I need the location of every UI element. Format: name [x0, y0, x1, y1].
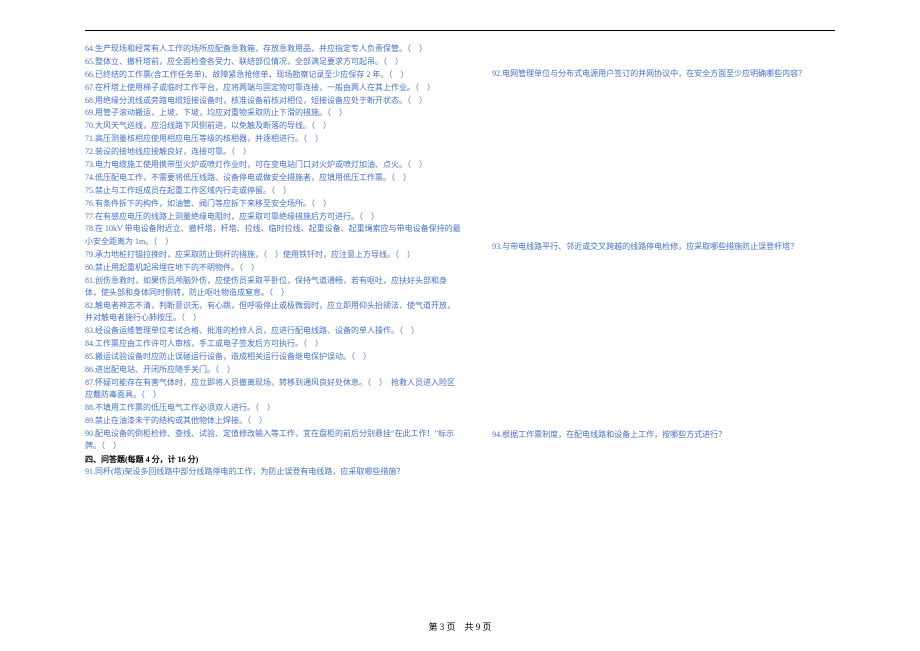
question-67: 67.在杆塔上使用梯子或临时工作平台，应将两端与固定物可靠连接，一般由两人在其上… [85, 82, 462, 94]
question-75: 75.禁止与工作班成员在起重工作区域内行走或停留。（ ） [85, 185, 462, 197]
question-86: 86.进出配电站、开闭所应随手关门。（ ） [85, 364, 462, 376]
question-65: 65.整体立、撤杆塔前，应全面检查各受力、联结部位情况，全部满足要求方可起吊。（… [85, 56, 462, 68]
page-total: 共 9 页 [465, 622, 492, 632]
question-84: 84.工作票应由工作许可人审核，手工或电子签发后方可执行。（ ） [85, 338, 462, 350]
spacer [492, 43, 835, 68]
right-column: 92.电网管理单位与分布式电源用户签订的并网协议中，在安全方面至少应明确哪些内容… [492, 43, 835, 479]
question-73: 73.电力电缆施工使用携带型火炉或喷灯作业时，可在变电站门口对火炉或喷灯加油、点… [85, 159, 462, 171]
section-4-title: 四、问答题(每题 4 分，计 16 分) [85, 454, 462, 466]
question-87: 87.怀疑可能存在有害气体时，应立即将人员撤离现场，转移到通风良好处休息。（ ）… [85, 377, 462, 402]
question-89: 89.禁止在油漆未干的结构或其他物体上焊接。（ ） [85, 415, 462, 427]
question-77: 77.在有感应电压的线路上测量绝缘电阻时，应采取可靠绝缘措施后方可进行。（ ） [85, 211, 462, 223]
content-columns: 64.生产现场和经常有人工作的场所应配备急救箱，存放急救用品，并应指定专人负责保… [85, 43, 835, 479]
question-81: 81.创伤急救时，如果伤员颅脑外伤，应使伤员采取平卧位，保持气道通畅，若有呕吐，… [85, 275, 462, 300]
question-82: 82.触电者神志不清，判断意识无，有心跳，但呼吸停止或极微弱时，应立即用仰头抬颌… [85, 300, 462, 325]
question-92: 92.电网管理单位与分布式电源用户签订的并网协议中，在安全方面至少应明确哪些内容… [492, 68, 835, 80]
left-column: 64.生产现场和经常有人工作的场所应配备急救箱，存放急救用品，并应指定专人负责保… [85, 43, 462, 479]
question-74: 74.低压配电工作，不需要将低压线路、设备停电或做安全措施者，应填用低压工作票。… [85, 172, 462, 184]
question-71: 71.高压测量核相应使用相应电压等级的核相器，并逐相进行。（ ） [85, 133, 462, 145]
question-83: 83.经设备运维管理单位考试合格、批准的检修人员，应进行配电线路、设备的单人操作… [85, 325, 462, 337]
question-64: 64.生产现场和经常有人工作的场所应配备急救箱，存放急救用品，并应指定专人负责保… [85, 43, 462, 55]
spacer [492, 254, 835, 429]
question-85: 85.搬运试验设备时应防止误碰运行设备，造成相关运行设备继电保护误动。（ ） [85, 351, 462, 363]
question-93: 93.与带电线路平行、邻近或交叉跨越的线路停电检修，应采取哪些措施防止误登杆塔？ [492, 241, 835, 253]
question-78: 78.在 10kV 带电设备附近立、撤杆塔，杆塔、拉线、临时拉线、起重设备、起重… [85, 223, 462, 248]
spacer [492, 81, 835, 241]
question-66: 66.已终结的工作票(含工作任务单)、故障紧急抢修单，现场勘察记录至少应保存 2… [85, 69, 462, 81]
question-76: 76.有条件拆下的构件，如油管、阀门等应拆下来移至安全场所。（ ） [85, 198, 462, 210]
question-88: 88.不填用工作票的低压电气工作必须双人进行。（ ） [85, 402, 462, 414]
question-69: 69.用管子滚动搬运，上坡、下坡，均应对重物采取防止下滑的措施。（ ） [85, 107, 462, 119]
question-68: 68.用绝缘分流线或旁路电缆短接设备时，核准设备前核对相位，短接设备应处于断开状… [85, 95, 462, 107]
question-94: 94.根据工作票制度，在配电线路和设备上工作，按哪些方式进行？ [492, 429, 835, 441]
question-70: 70.大风天气巡线，应沿线路下风侧前进，以免触及断落的导线。（ ） [85, 120, 462, 132]
question-91: 91.同杆(塔)架设多回线路中部分线路停电的工作，为防止误登有电线路，应采取哪些… [85, 466, 462, 478]
header-rule [85, 30, 835, 31]
page-current: 第 3 页 [428, 622, 455, 632]
question-79: 79.承力地桩打锚拉挽时，应采取防止倒杆的措施，（ ）使用铁钎时，应注意上方导线… [85, 249, 462, 261]
question-80: 80.禁止用起重机起吊埋在地下的不明物件。（ ） [85, 262, 462, 274]
page-footer: 第 3 页 共 9 页 [0, 620, 920, 633]
question-72: 72.装设的接地线应接触良好，连接可靠。（ ） [85, 146, 462, 158]
question-90: 90.配电设备的倒柜检修、查线、试验、定值修改输入等工作，宜在盘柜的前后分别悬挂… [85, 428, 462, 453]
